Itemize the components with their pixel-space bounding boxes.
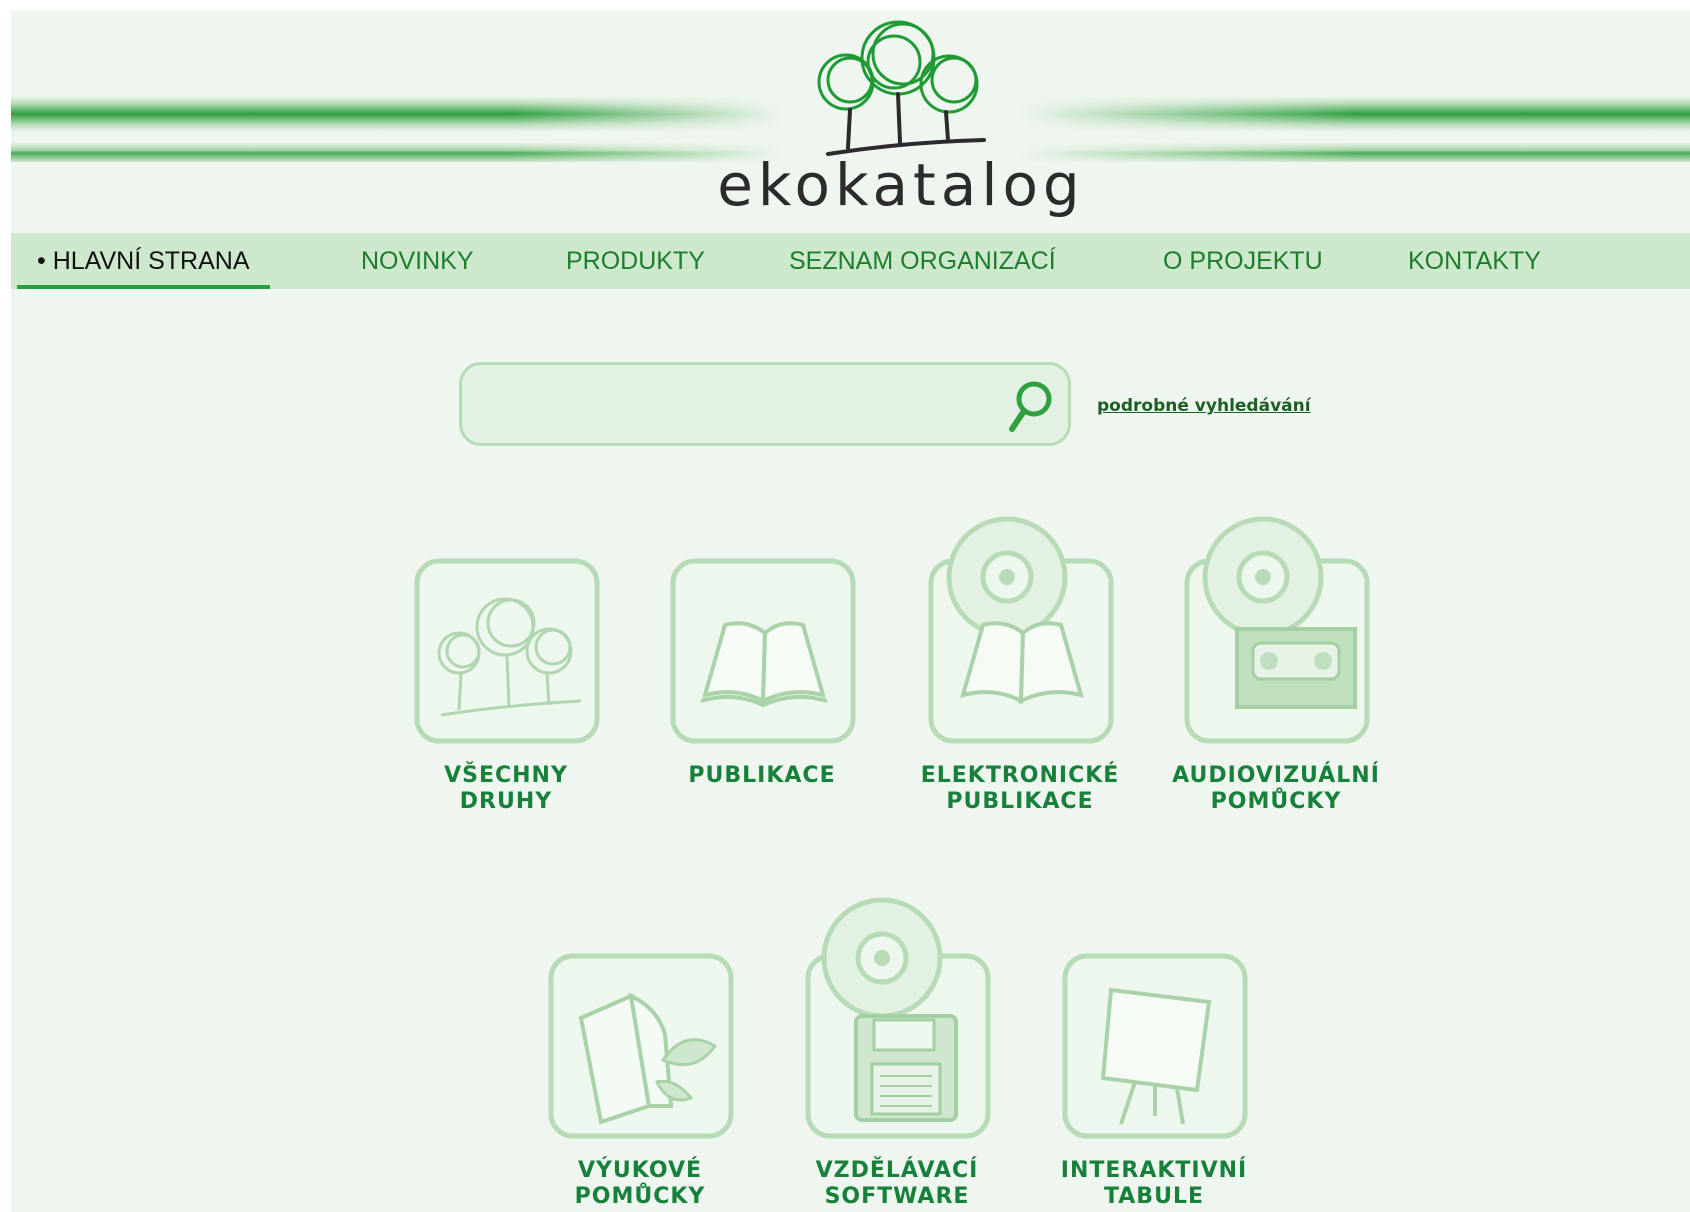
advanced-search-link[interactable]: podrobné vyhledávání xyxy=(1097,396,1311,416)
search-input[interactable] xyxy=(478,375,1002,435)
category-audiovizualni-pomucky[interactable]: AUDIOVIZUÁLNÍ POMŮCKY xyxy=(1161,515,1379,815)
category-label: DRUHY xyxy=(459,789,553,814)
category-label: VÝUKOVÉ xyxy=(577,1158,703,1183)
category-label: VZDĚLÁVACÍ xyxy=(815,1158,979,1183)
search-icon[interactable] xyxy=(1002,377,1058,435)
trees-icon xyxy=(414,558,600,744)
search-box xyxy=(459,362,1071,446)
nav-item-o-projektu[interactable]: O PROJEKTU xyxy=(1163,233,1323,289)
nav-item-kontakty[interactable]: KONTAKTY xyxy=(1408,233,1541,289)
cd-book-icon xyxy=(928,516,1114,744)
category-elektronicke-publikace[interactable]: ELEKTRONICKÉ PUBLIKACE xyxy=(905,515,1118,815)
logo-wordmark[interactable]: ekokatalog xyxy=(681,152,1121,218)
category-label: PUBLIKACE xyxy=(946,789,1094,814)
nav-item-seznam-organizaci[interactable]: SEZNAM ORGANIZACÍ xyxy=(789,233,1056,289)
book-icon xyxy=(670,558,856,744)
header: ekokatalog xyxy=(11,10,1690,230)
category-publikace[interactable]: PUBLIKACE xyxy=(647,515,857,815)
category-label: VŠECHNY xyxy=(444,763,568,788)
whiteboard-icon xyxy=(1062,953,1248,1139)
category-vzdelavaci-software[interactable]: VZDĚLÁVACÍ SOFTWARE xyxy=(782,897,992,1210)
category-label: SOFTWARE xyxy=(824,1184,970,1209)
category-label: PUBLIKACE xyxy=(688,763,836,788)
page: ekokatalog • HLAVNÍ STRANA NOVINKY PRODU… xyxy=(11,10,1690,1212)
category-vsechny-druhy[interactable]: VŠECHNY DRUHY xyxy=(391,515,601,815)
category-label: ELEKTRONICKÉ xyxy=(920,763,1120,788)
nav-item-hlavni-strana[interactable]: • HLAVNÍ STRANA xyxy=(17,233,269,289)
category-label: POMŮCKY xyxy=(574,1184,706,1209)
nav-item-novinky[interactable]: NOVINKY xyxy=(361,233,474,289)
logo-trees-icon[interactable] xyxy=(806,10,996,160)
main-nav: • HLAVNÍ STRANA NOVINKY PRODUKTY SEZNAM … xyxy=(11,233,1690,289)
cd-cassette-icon xyxy=(1184,516,1370,744)
booklet-leaves-icon xyxy=(548,953,734,1139)
category-label: TABULE xyxy=(1103,1184,1204,1209)
category-label: POMŮCKY xyxy=(1210,789,1342,814)
category-interaktivni-tabule[interactable]: INTERAKTIVNÍ TABULE xyxy=(1039,910,1249,1210)
category-vyukove-pomucky[interactable]: VÝUKOVÉ POMŮCKY xyxy=(525,910,735,1210)
category-label: INTERAKTIVNÍ xyxy=(1060,1158,1248,1183)
nav-item-produkty[interactable]: PRODUKTY xyxy=(566,233,705,289)
category-label: AUDIOVIZUÁLNÍ xyxy=(1172,763,1380,788)
cd-floppy-icon xyxy=(805,897,991,1139)
